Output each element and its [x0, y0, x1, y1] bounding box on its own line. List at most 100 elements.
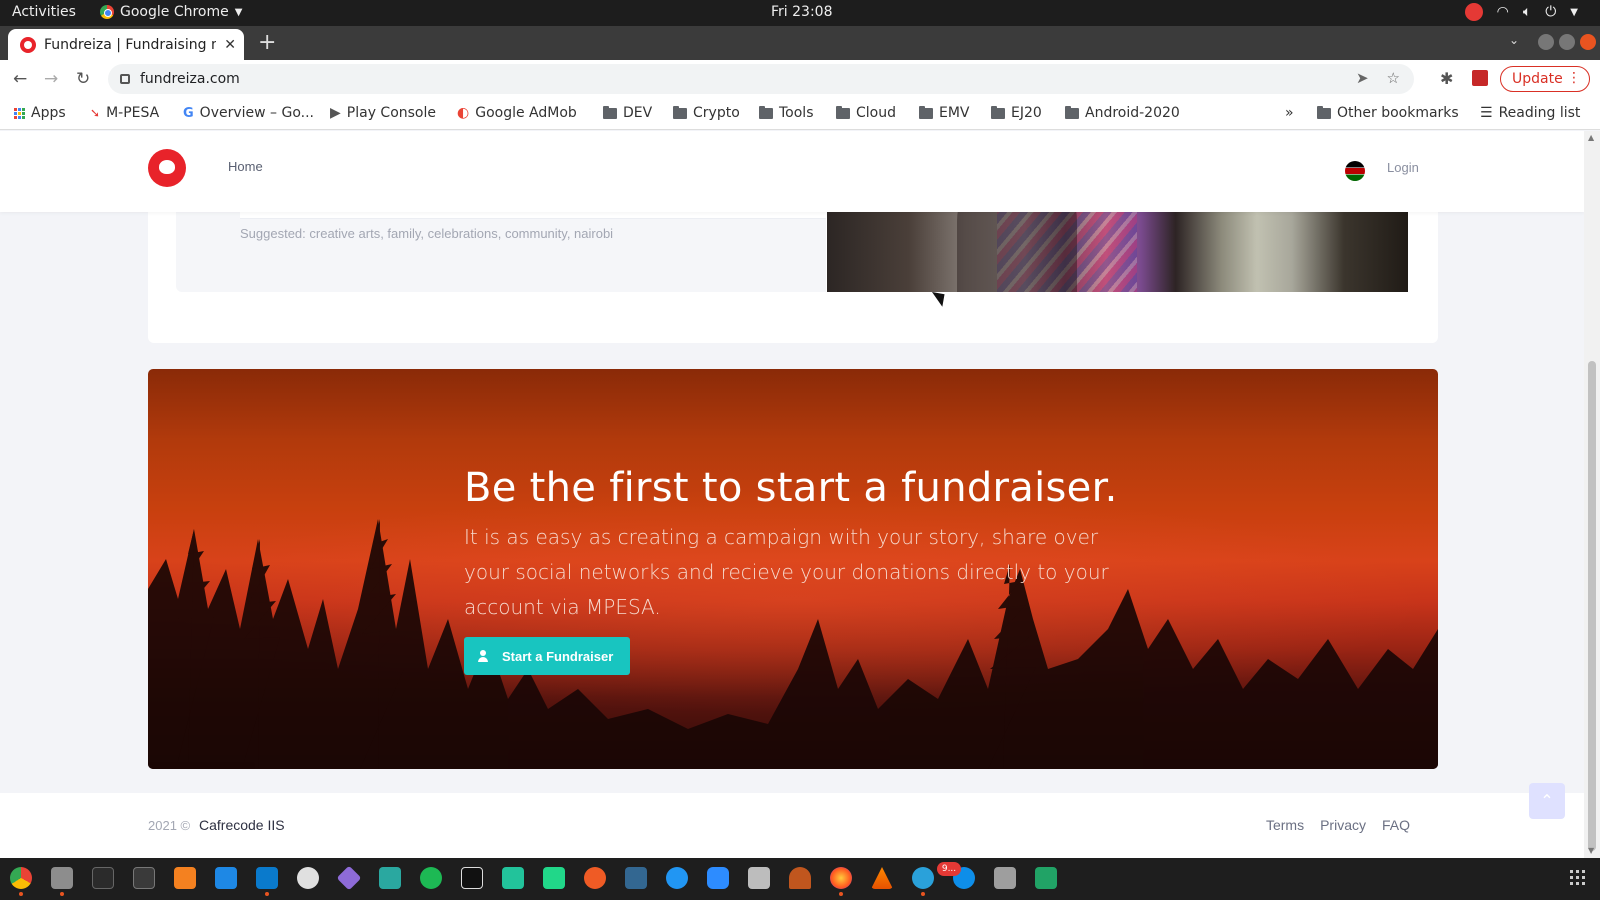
- spotify-icon[interactable]: [420, 867, 442, 889]
- tab-search-icon[interactable]: ⌄: [1509, 33, 1519, 47]
- bookmarks-bar: Apps ➘ M-PESA G Overview – Go... ▶ Play …: [0, 98, 1600, 130]
- scrollbar-thumb[interactable]: [1588, 361, 1596, 851]
- notification-icon[interactable]: [1464, 3, 1483, 21]
- folder-icon: [1317, 105, 1331, 119]
- system-monitor-icon[interactable]: [133, 867, 155, 889]
- chevron-down-icon: ▼: [234, 6, 243, 18]
- system-top-bar: Activities Google Chrome ▼ Fri 23:08 ◠ 🔈…: [0, 0, 1600, 26]
- writer-icon[interactable]: [297, 867, 319, 889]
- mpesa-icon: ➘: [90, 106, 101, 120]
- bookmark-play-console[interactable]: ▶ Play Console: [330, 105, 436, 121]
- start-fundraiser-label: Start a Fundraiser: [502, 648, 614, 664]
- folder-icon: [603, 105, 617, 119]
- code-tool-icon[interactable]: [379, 867, 401, 889]
- postgres-icon[interactable]: [625, 867, 647, 889]
- firefox-icon[interactable]: [830, 867, 852, 896]
- calculator-icon[interactable]: [994, 867, 1016, 889]
- nav-home-link[interactable]: Home: [228, 159, 263, 174]
- files-icon[interactable]: [51, 867, 73, 896]
- browser-icon[interactable]: [666, 867, 688, 889]
- reload-icon[interactable]: ↻: [76, 69, 90, 89]
- site-footer: 2021 © Cafrecode IIS Terms Privacy FAQ: [0, 793, 1584, 858]
- footer-faq-link[interactable]: FAQ: [1382, 817, 1410, 833]
- site-navbar: Home Login: [0, 131, 1584, 212]
- other-bookmarks[interactable]: Other bookmarks: [1317, 105, 1459, 121]
- start-fundraiser-button[interactable]: Start a Fundraiser: [464, 637, 630, 675]
- camera-icon[interactable]: [748, 867, 770, 889]
- close-tab-icon[interactable]: ✕: [224, 37, 236, 53]
- system-tray[interactable]: ◠ 🔈︎ ⏻ ▼: [1464, 3, 1578, 21]
- bookmark-apps[interactable]: Apps: [14, 105, 66, 121]
- sublime-text-icon[interactable]: [174, 867, 196, 889]
- bookmark-overview[interactable]: G Overview – Go...: [183, 105, 314, 121]
- chrome-icon: [100, 5, 114, 19]
- company-link[interactable]: Cafrecode IIS: [199, 817, 285, 833]
- bookmark-folder-android-2020[interactable]: Android-2020: [1065, 105, 1180, 121]
- bookmark-star-icon[interactable]: ☆: [1387, 69, 1400, 87]
- bookmark-folder-cloud[interactable]: Cloud: [836, 105, 896, 121]
- nav-login-link[interactable]: Login: [1387, 160, 1419, 175]
- kenya-flag-icon[interactable]: [1345, 161, 1365, 181]
- sheets-icon[interactable]: [1035, 867, 1057, 889]
- new-tab-button[interactable]: +: [258, 30, 276, 55]
- send-icon[interactable]: ➤: [1356, 69, 1369, 87]
- datagrip-icon[interactable]: [502, 867, 524, 889]
- more-bookmarks-button[interactable]: »: [1285, 105, 1294, 121]
- bookmark-folder-crypto[interactable]: Crypto: [673, 105, 740, 121]
- power-icon[interactable]: ⏻: [1545, 4, 1556, 20]
- bookmark-folder-tools[interactable]: Tools: [759, 105, 814, 121]
- admob-icon: ◐: [457, 105, 470, 121]
- bookmark-folder-ej20[interactable]: EJ20: [991, 105, 1042, 121]
- minimize-icon[interactable]: [1538, 34, 1554, 50]
- bookmark-folder-emv[interactable]: EMV: [919, 105, 970, 121]
- bookmark-admob[interactable]: ◐ Google AdMob: [457, 105, 577, 121]
- url-text[interactable]: fundreiza.com: [140, 71, 240, 87]
- chevron-down-icon[interactable]: ▼: [1570, 7, 1578, 18]
- bookmark-folder-dev[interactable]: DEV: [603, 105, 652, 121]
- browser-tab[interactable]: Fundreiza | Fundraising m ✕: [8, 29, 244, 60]
- bookmark-label: DEV: [623, 105, 653, 121]
- maximize-icon[interactable]: [1559, 34, 1575, 50]
- bookmark-label: M-PESA: [106, 105, 160, 121]
- address-bar[interactable]: fundreiza.com ➤ ☆: [108, 64, 1414, 94]
- bookmark-label: Cloud: [856, 105, 896, 121]
- forward-icon[interactable]: →: [44, 69, 58, 89]
- wifi-icon[interactable]: ◠: [1497, 4, 1509, 20]
- update-button[interactable]: Update: [1500, 66, 1590, 92]
- page-scrollbar[interactable]: ▲ ▼: [1584, 131, 1600, 858]
- chrome-taskbar-icon[interactable]: [10, 867, 32, 896]
- extensions-icon[interactable]: ✱: [1440, 69, 1453, 88]
- obsidian-icon[interactable]: [336, 865, 362, 891]
- activities-button[interactable]: Activities: [12, 4, 76, 20]
- remote-desktop-icon[interactable]: [215, 867, 237, 889]
- vscode-icon[interactable]: [256, 867, 278, 896]
- intellij-icon[interactable]: [461, 867, 483, 889]
- sun-app-icon[interactable]: [789, 867, 811, 889]
- close-window-icon[interactable]: [1580, 34, 1596, 50]
- telegram-icon[interactable]: [912, 867, 934, 896]
- volume-icon[interactable]: 🔈︎: [1523, 4, 1531, 20]
- footer-privacy-link[interactable]: Privacy: [1320, 817, 1366, 833]
- vlc-icon[interactable]: [871, 867, 893, 889]
- folder-icon: [991, 105, 1005, 119]
- footer-terms-link[interactable]: Terms: [1266, 817, 1304, 833]
- show-apps-icon[interactable]: [1570, 870, 1585, 885]
- pycharm-icon[interactable]: [543, 867, 565, 889]
- taskbar: [0, 858, 1600, 900]
- clock[interactable]: Fri 23:08: [771, 4, 832, 20]
- fundreiza-logo[interactable]: [148, 149, 186, 187]
- bookmark-mpesa[interactable]: ➘ M-PESA: [90, 105, 159, 121]
- suggested-tags: Suggested: creative arts, family, celebr…: [240, 226, 614, 241]
- lock-icon[interactable]: [120, 74, 130, 84]
- app-menu[interactable]: Google Chrome ▼: [100, 4, 242, 20]
- bookmark-label: Tools: [779, 105, 814, 121]
- back-to-top-button[interactable]: ⌃: [1529, 783, 1565, 819]
- terminal-icon[interactable]: [92, 867, 114, 889]
- back-icon[interactable]: ←: [13, 69, 27, 89]
- postman-icon[interactable]: [584, 867, 606, 889]
- reading-list[interactable]: ☰ Reading list: [1480, 105, 1580, 121]
- scroll-down-icon[interactable]: ▼: [1588, 846, 1594, 855]
- scroll-up-icon[interactable]: ▲: [1588, 133, 1594, 142]
- zoom-icon[interactable]: [707, 867, 729, 889]
- calendar-extension-icon[interactable]: [1472, 70, 1488, 86]
